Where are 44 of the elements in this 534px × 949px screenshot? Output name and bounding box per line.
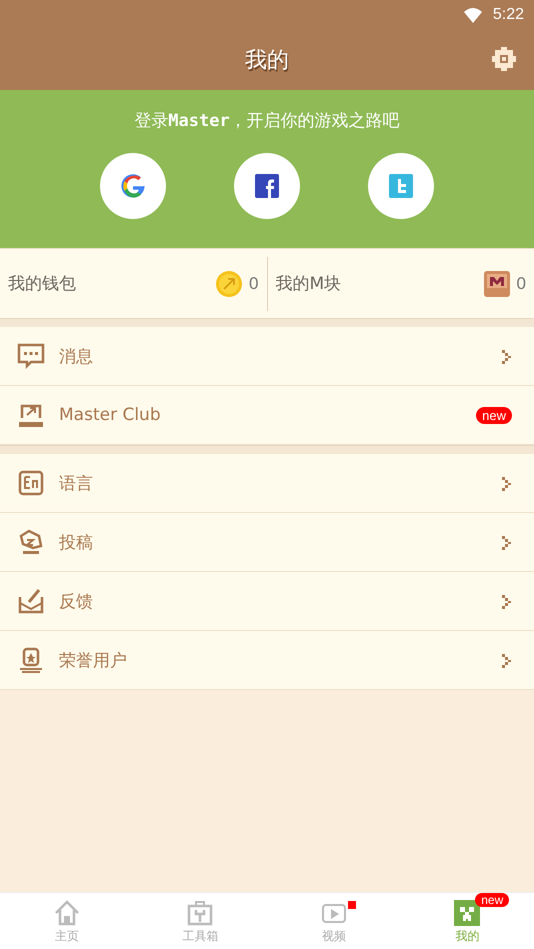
- new-badge: new: [476, 406, 512, 424]
- menu-label: 语言: [59, 472, 94, 494]
- menu-item[interactable]: 语言: [0, 454, 534, 513]
- home-icon: [52, 899, 81, 927]
- menu-item[interactable]: 荣誉用户: [0, 631, 534, 690]
- menu-item[interactable]: 消息: [0, 327, 534, 386]
- menu-label: 投稿: [59, 532, 94, 554]
- m-block-icon: [482, 270, 511, 298]
- medal-icon: [17, 646, 45, 674]
- chevron-right-icon: [500, 652, 512, 668]
- wallet-value: 0: [249, 274, 258, 294]
- wallet-label: 我的M块: [276, 273, 342, 295]
- nav-tab[interactable]: 工具箱: [134, 893, 267, 949]
- facebook-logo-icon: [255, 174, 279, 198]
- twitter-logo-icon: [389, 174, 413, 198]
- chevron-right-icon: [500, 475, 512, 491]
- language-icon: [17, 469, 45, 497]
- wallet-label: 我的钱包: [8, 273, 77, 295]
- menu-label: Master Club: [59, 405, 162, 425]
- menu-label: 荣誉用户: [59, 650, 128, 672]
- status-time: 5:22: [492, 6, 524, 24]
- chevron-right-icon: [500, 348, 512, 364]
- google-logo-icon: [121, 174, 145, 198]
- settings-icon: [491, 46, 517, 72]
- chevron-right-icon: [500, 593, 512, 609]
- toolbox-icon: [186, 899, 214, 927]
- nav-tab[interactable]: 主页: [0, 893, 134, 949]
- nav-tab[interactable]: 我的 new: [400, 893, 534, 949]
- login-prompt: 登录Master，开启你的游戏之路吧: [134, 110, 400, 132]
- wallet-value: 0: [516, 274, 526, 294]
- submission-icon: [17, 528, 45, 556]
- coin-icon: [215, 270, 244, 298]
- menu-item[interactable]: 反馈: [0, 572, 534, 631]
- chevron-right-icon: [500, 534, 512, 550]
- new-badge: new: [475, 893, 510, 907]
- creeper-face-icon: [453, 899, 482, 927]
- page-title: 我的: [245, 47, 289, 75]
- wifi-icon: [462, 7, 483, 23]
- menu-label: 反馈: [59, 590, 94, 612]
- menu-label: 消息: [59, 346, 94, 368]
- menu-item[interactable]: 投稿: [0, 513, 534, 572]
- nav-tab[interactable]: 视频: [267, 893, 400, 949]
- envelope-pen-icon: [17, 587, 45, 615]
- chat-bubble-icon: [17, 342, 45, 370]
